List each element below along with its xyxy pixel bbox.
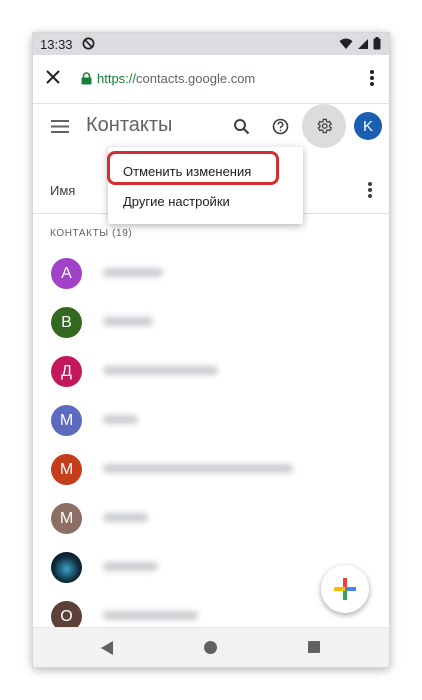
list-item[interactable]: Д	[33, 351, 389, 391]
add-contact-button[interactable]	[321, 565, 369, 613]
settings-menu: Отменить изменения Другие настройки	[108, 147, 303, 224]
list-item[interactable]: В	[33, 302, 389, 342]
phone-screen: 13:33 https://contacts.google.com Контак…	[33, 33, 389, 667]
column-header-name[interactable]: Имя	[50, 183, 75, 198]
contact-avatar: М	[51, 454, 82, 485]
menu-item-undo-changes[interactable]: Отменить изменения	[123, 164, 251, 179]
url-field[interactable]: https://contacts.google.com	[97, 71, 255, 86]
browser-more-icon[interactable]	[369, 69, 375, 92]
gear-icon	[317, 118, 333, 134]
page-title: Контакты	[86, 114, 173, 136]
contact-name-blurred	[103, 611, 198, 620]
system-nav-bar	[33, 627, 389, 667]
cellular-icon	[358, 38, 368, 49]
list-item[interactable]: М	[33, 400, 389, 440]
list-more-icon[interactable]	[367, 181, 373, 204]
wifi-icon	[339, 38, 353, 49]
recents-icon[interactable]	[308, 641, 320, 653]
dnd-icon	[82, 37, 95, 53]
contact-name-blurred	[103, 366, 218, 375]
contact-name-blurred	[103, 268, 163, 277]
list-item[interactable]: М	[33, 449, 389, 489]
plus-icon	[334, 578, 356, 600]
status-bar: 13:33	[33, 33, 389, 55]
settings-button[interactable]	[302, 104, 346, 148]
contact-avatar: М	[51, 405, 82, 436]
url-host: contacts.google.com	[136, 71, 256, 86]
search-icon[interactable]	[233, 118, 250, 140]
status-icons	[339, 37, 381, 50]
app-bar: Контакты K	[33, 103, 389, 151]
list-item[interactable]: М	[33, 498, 389, 538]
contact-avatar	[51, 552, 82, 583]
contact-name-blurred	[103, 415, 138, 424]
close-icon[interactable]	[45, 69, 61, 90]
status-time: 13:33	[40, 37, 73, 52]
contact-name-blurred	[103, 513, 148, 522]
contact-avatar: Д	[51, 356, 82, 387]
account-avatar[interactable]: K	[354, 112, 382, 140]
contact-name-blurred	[103, 317, 153, 326]
contact-avatar: А	[51, 258, 82, 289]
help-icon[interactable]	[272, 118, 289, 140]
menu-item-other-settings[interactable]: Другие настройки	[123, 194, 230, 209]
contact-name-blurred	[103, 562, 158, 571]
list-item[interactable]: А	[33, 253, 389, 293]
contact-avatar: В	[51, 307, 82, 338]
lock-icon	[81, 72, 92, 90]
url-scheme: https://	[97, 71, 137, 86]
hamburger-menu-icon[interactable]	[51, 120, 69, 138]
contact-avatar: М	[51, 503, 82, 534]
back-icon[interactable]	[101, 641, 114, 660]
section-header: КОНТАКТЫ (19)	[50, 228, 133, 239]
contact-name-blurred	[103, 464, 293, 473]
battery-icon	[373, 37, 381, 50]
home-icon[interactable]	[204, 641, 217, 654]
browser-toolbar: https://contacts.google.com	[33, 55, 389, 104]
